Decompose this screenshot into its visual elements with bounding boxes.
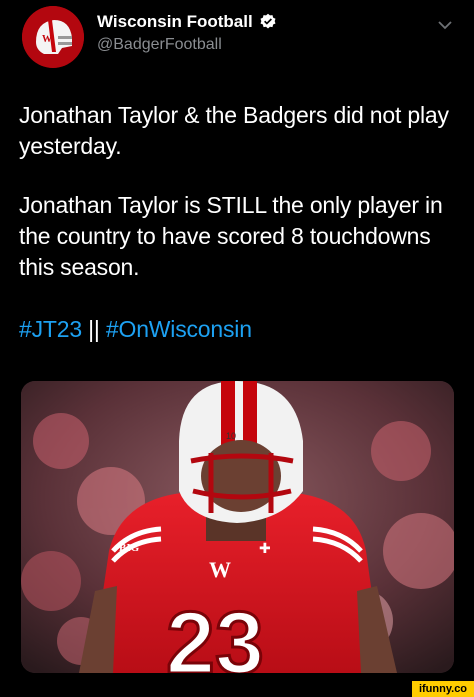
handle[interactable]: @BadgerFootball: [97, 36, 222, 54]
hashtag-link[interactable]: #OnWisconsin: [106, 316, 252, 342]
svg-text:W: W: [42, 34, 52, 45]
name-row: Wisconsin Football: [97, 12, 277, 32]
chevron-down-icon[interactable]: [436, 18, 454, 32]
svg-text:✚: ✚: [259, 540, 271, 556]
tweet: W Wisconsin Football @BadgerFootball Jon…: [0, 0, 474, 697]
tweet-photo[interactable]: 10 BIG W ✚ 23: [21, 381, 454, 673]
hashtag-link[interactable]: #JT23: [19, 316, 82, 342]
tweet-paragraph-2: Jonathan Taylor is STILL the only player…: [19, 192, 443, 280]
big-ten-patch-text: BIG: [119, 542, 140, 554]
ifunny-watermark: ifunny.co: [412, 681, 474, 697]
helmet-logo-icon: W: [22, 6, 84, 68]
hashtag-separator: ||: [88, 316, 100, 342]
avatar[interactable]: W: [22, 6, 84, 68]
svg-text:10: 10: [226, 431, 236, 441]
display-name[interactable]: Wisconsin Football: [97, 12, 253, 32]
jersey-number: 23: [166, 593, 264, 673]
svg-text:W: W: [209, 557, 231, 582]
verified-badge-icon: [260, 13, 276, 29]
hashtag-line: #JT23 || #OnWisconsin: [19, 314, 459, 345]
football-player-photo: 10 BIG W ✚ 23: [21, 381, 454, 673]
tweet-paragraph-1: Jonathan Taylor & the Badgers did not pl…: [19, 102, 449, 159]
